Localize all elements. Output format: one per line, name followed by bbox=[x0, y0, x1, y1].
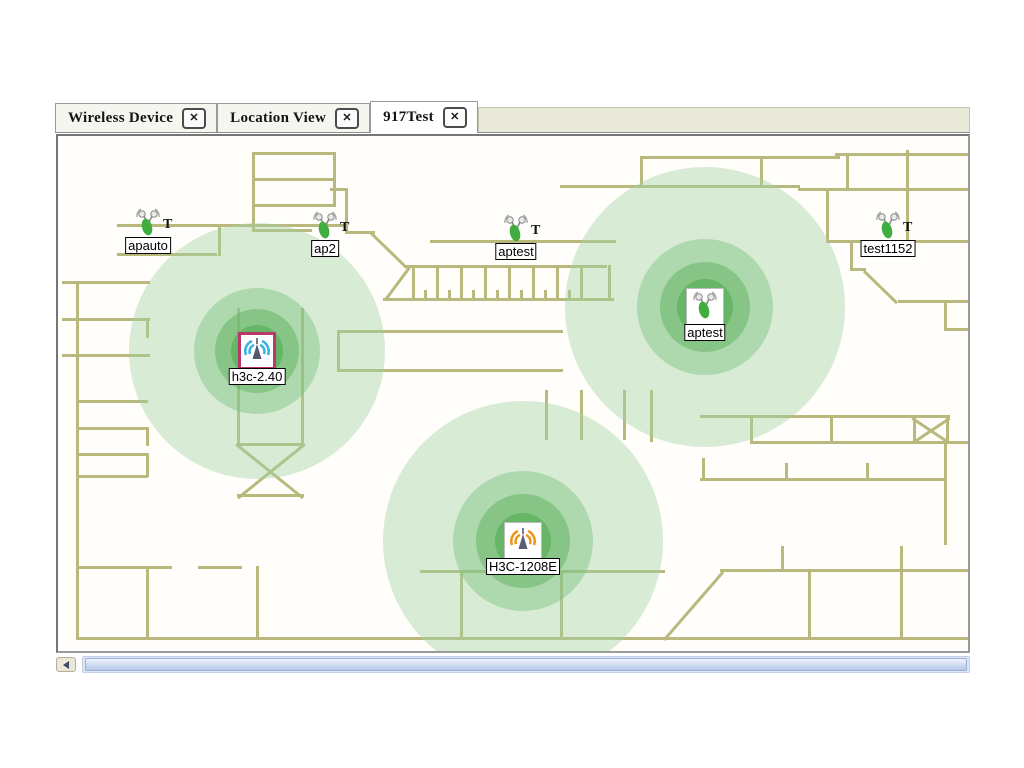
transmit-t-glyph: T bbox=[340, 221, 349, 235]
ap-label: ap2 bbox=[311, 240, 339, 257]
scroll-left-button[interactable] bbox=[56, 657, 76, 672]
device-node-h3c-2-40[interactable] bbox=[238, 332, 276, 370]
markers-layer: TapautoTap2TaptestTtest1152h3c-2.40aptes… bbox=[58, 136, 968, 651]
transmit-t-glyph: T bbox=[903, 221, 912, 235]
device-label: H3C-1208E bbox=[486, 558, 560, 575]
ap-label: aptest bbox=[495, 243, 536, 260]
scrollbar-track[interactable] bbox=[82, 656, 970, 673]
tab-strip-filler bbox=[478, 107, 970, 132]
device-label: aptest bbox=[684, 324, 725, 341]
tab-close-icon[interactable]: ✕ bbox=[182, 108, 206, 129]
ap-marker[interactable]: Ttest1152 bbox=[874, 210, 902, 240]
tab-label: Location View bbox=[230, 110, 326, 127]
radio-orange-icon bbox=[508, 525, 538, 558]
scrollbar-thumb[interactable] bbox=[85, 658, 967, 671]
tab-917test[interactable]: 917Test ✕ bbox=[370, 101, 478, 133]
device-node-aptest[interactable] bbox=[686, 288, 724, 326]
device-node-h3c-1208e[interactable] bbox=[504, 522, 542, 560]
transmit-t-glyph: T bbox=[163, 218, 172, 232]
horizontal-scrollbar[interactable] bbox=[56, 656, 970, 673]
tab-bar: Wireless Device ✕ Location View ✕ 917Test ✕ bbox=[55, 101, 970, 133]
transmit-t-glyph: T bbox=[531, 224, 540, 238]
tab-close-icon[interactable]: ✕ bbox=[443, 107, 467, 128]
ap-marker[interactable]: Tap2 bbox=[311, 210, 339, 240]
antenna-green-icon bbox=[691, 290, 719, 325]
scroll-left-arrow-icon bbox=[63, 661, 69, 669]
ap-label: test1152 bbox=[861, 240, 916, 257]
tab-label: 917Test bbox=[383, 109, 434, 126]
ap-marker[interactable]: Tapauto bbox=[134, 207, 162, 237]
tab-location-view[interactable]: Location View ✕ bbox=[217, 103, 370, 132]
floorplan-view[interactable]: TapautoTap2TaptestTtest1152h3c-2.40aptes… bbox=[56, 134, 970, 653]
tab-close-icon[interactable]: ✕ bbox=[335, 108, 359, 129]
device-label: h3c-2.40 bbox=[229, 368, 286, 385]
tab-label: Wireless Device bbox=[68, 110, 173, 127]
tab-wireless-device[interactable]: Wireless Device ✕ bbox=[55, 103, 217, 132]
ap-marker[interactable]: Taptest bbox=[502, 213, 530, 243]
radio-blue-icon bbox=[242, 335, 272, 368]
ap-label: apauto bbox=[125, 237, 171, 254]
app-window: Wireless Device ✕ Location View ✕ 917Test ✕ T… bbox=[0, 0, 1024, 768]
